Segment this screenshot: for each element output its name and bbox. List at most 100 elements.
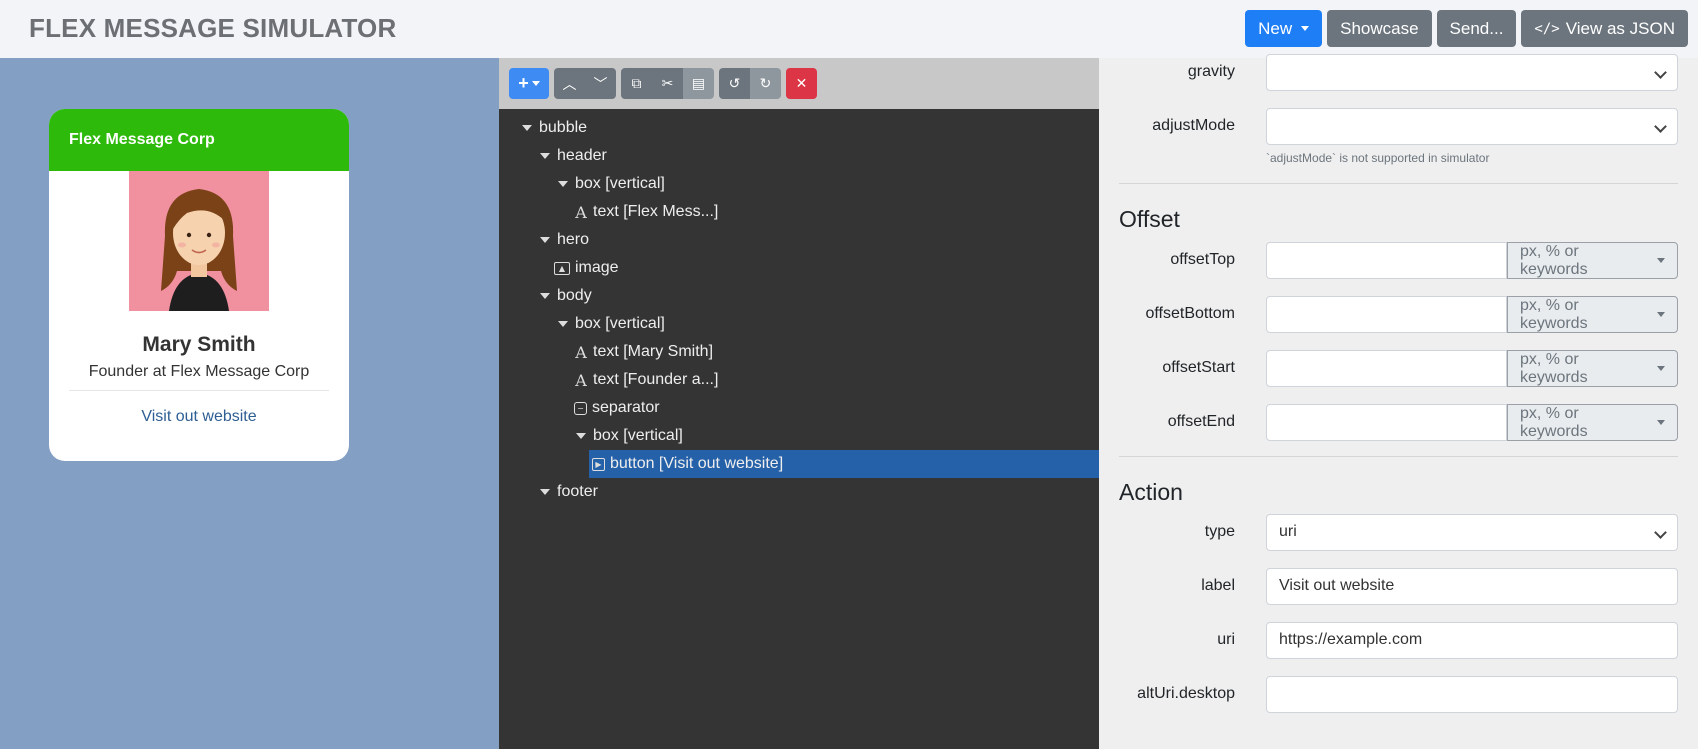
add-component-button[interactable]: + xyxy=(509,68,549,99)
tree-node-label: text [Founder a...] xyxy=(593,371,719,388)
action-type-select[interactable]: uri xyxy=(1266,514,1678,551)
tree-node-bubble[interactable]: bubble xyxy=(499,114,1099,142)
action-type-label: type xyxy=(1204,523,1235,540)
caret-down-icon xyxy=(522,125,532,131)
offsetstart-unit-dropdown[interactable]: px, % or keywords xyxy=(1507,350,1678,387)
tree-node-role-text[interactable]: Atext [Founder a...] xyxy=(499,366,1099,394)
new-button[interactable]: New xyxy=(1245,10,1323,47)
history-group: ↺ ↻ xyxy=(719,68,781,99)
caret-down-icon xyxy=(558,181,568,187)
offsetbottom-row: offsetBottom px, % or keywords xyxy=(1099,296,1698,333)
tree-node-separator[interactable]: − separator xyxy=(499,394,1099,422)
chevron-down-icon: ﹀ xyxy=(593,75,608,92)
tree-node-hero[interactable]: hero xyxy=(499,226,1099,254)
caret-down-icon xyxy=(540,237,550,243)
visit-website-button[interactable]: Visit out website xyxy=(69,408,329,426)
offsettop-unit-dropdown[interactable]: px, % or keywords xyxy=(1507,242,1678,279)
delete-button[interactable]: ✕ xyxy=(786,68,817,99)
adjustmode-row: adjustMode xyxy=(1099,108,1698,145)
scissors-icon: ✂ xyxy=(661,75,674,91)
separator-line xyxy=(69,390,329,391)
tree-node-label: button [Visit out website] xyxy=(610,455,784,472)
copy-icon: ⧉ xyxy=(631,75,642,91)
properties-panel: gravity adjustMode `adjustMode` is not s… xyxy=(1099,54,1698,749)
code-icon: </> xyxy=(1534,20,1560,37)
unit-dropdown-label: px, % or keywords xyxy=(1520,350,1588,386)
tree-node-inner-box[interactable]: box [vertical] xyxy=(499,422,1099,450)
image-icon: ▲ xyxy=(554,261,570,275)
bubble-hero xyxy=(49,171,349,311)
undo-button[interactable]: ↺ xyxy=(719,68,750,99)
unit-dropdown-label: px, % or keywords xyxy=(1520,242,1588,278)
offsetbottom-unit-dropdown[interactable]: px, % or keywords xyxy=(1507,296,1678,333)
person-role: Founder at Flex Message Corp xyxy=(88,363,310,380)
clipboard-group: ⧉ ✂ ▤ xyxy=(621,68,714,99)
adjustmode-select[interactable] xyxy=(1266,108,1678,145)
text-icon: A xyxy=(575,370,587,390)
tree-node-label: separator xyxy=(592,399,660,416)
preview-panel: Flex Message Corp Mary Smith Founder at … xyxy=(0,58,499,749)
tree-node-label: footer xyxy=(557,483,598,500)
tree-node-label: box [vertical] xyxy=(575,175,665,192)
offsettop-row: offsetTop px, % or keywords xyxy=(1099,242,1698,279)
tree-toolbar: + ︿ ﹀ ⧉ ✂ ▤ ↺ ↻ ✕ xyxy=(499,58,1099,109)
header-text: Flex Message Corp xyxy=(69,131,215,148)
action-alturi-input[interactable] xyxy=(1266,676,1678,713)
action-section-title: Action xyxy=(1119,479,1183,505)
tree-node-label: text [Mary Smith] xyxy=(593,343,714,360)
paste-button[interactable]: ▤ xyxy=(683,68,714,99)
caret-down-icon xyxy=(540,293,550,299)
move-group: ︿ ﹀ xyxy=(554,68,616,99)
offsetbottom-input[interactable] xyxy=(1266,296,1507,333)
unit-dropdown-label: px, % or keywords xyxy=(1520,296,1588,332)
offsetend-unit-dropdown[interactable]: px, % or keywords xyxy=(1507,404,1678,441)
offsetend-input[interactable] xyxy=(1266,404,1507,441)
tree-node-label: body xyxy=(557,287,592,304)
action-alturi-label: altUri.desktop xyxy=(1137,685,1235,702)
action-label-label: label xyxy=(1201,577,1235,594)
tree-node-header[interactable]: header xyxy=(499,142,1099,170)
tree-node-label: image xyxy=(575,259,619,276)
tree-node-footer[interactable]: footer xyxy=(499,478,1099,506)
tree-node-body-box[interactable]: box [vertical] xyxy=(499,310,1099,338)
offsetstart-label: offsetStart xyxy=(1162,359,1235,376)
view-json-button[interactable]: </> View as JSON xyxy=(1521,10,1688,47)
action-uri-input[interactable]: https://example.com xyxy=(1266,622,1678,659)
chevron-down-icon xyxy=(1657,366,1665,371)
action-label-input[interactable]: Visit out website xyxy=(1266,568,1678,605)
cut-button[interactable]: ✂ xyxy=(652,68,683,99)
action-uri-label: uri xyxy=(1217,631,1235,648)
offsetstart-input[interactable] xyxy=(1266,350,1507,387)
showcase-button[interactable]: Showcase xyxy=(1327,10,1432,47)
view-json-button-label: View as JSON xyxy=(1565,18,1675,38)
new-button-label: New xyxy=(1258,18,1293,38)
tree-node-button[interactable]: ▶ button [Visit out website] xyxy=(589,450,1099,478)
chevron-down-icon xyxy=(531,81,540,86)
send-button[interactable]: Send... xyxy=(1436,10,1517,47)
button-icon: ▶ xyxy=(592,457,605,471)
tree-node-image[interactable]: ▲ image xyxy=(499,254,1099,282)
tree-node-label: bubble xyxy=(539,119,588,136)
tree-node-header-text[interactable]: Atext [Flex Mess...] xyxy=(499,198,1099,226)
app-title: FLEX MESSAGE SIMULATOR xyxy=(29,13,397,43)
plus-icon: + xyxy=(518,73,529,93)
add-group: + xyxy=(509,68,549,99)
action-label-row: label Visit out website xyxy=(1099,568,1698,605)
redo-button[interactable]: ↻ xyxy=(750,68,781,99)
offsettop-input[interactable] xyxy=(1266,242,1507,279)
offset-section-title: Offset xyxy=(1119,206,1180,232)
component-tree-panel: + ︿ ﹀ ⧉ ✂ ▤ ↺ ↻ ✕ bubble header box [ver… xyxy=(499,58,1099,749)
gravity-select[interactable] xyxy=(1266,54,1678,91)
tree-node-header-box[interactable]: box [vertical] xyxy=(499,170,1099,198)
copy-button[interactable]: ⧉ xyxy=(621,68,652,99)
undo-icon: ↺ xyxy=(728,75,741,91)
offsetstart-row: offsetStart px, % or keywords xyxy=(1099,350,1698,387)
top-navbar: FLEX MESSAGE SIMULATOR New Showcase Send… xyxy=(0,0,1698,58)
tree-node-body[interactable]: body xyxy=(499,282,1099,310)
showcase-button-label: Showcase xyxy=(1340,18,1419,38)
tree-node-name-text[interactable]: Atext [Mary Smith] xyxy=(499,338,1099,366)
move-up-button[interactable]: ︿ xyxy=(554,68,585,99)
move-down-button[interactable]: ﹀ xyxy=(585,68,616,99)
woman-portrait-icon xyxy=(129,171,269,311)
caret-down-icon xyxy=(558,321,568,327)
